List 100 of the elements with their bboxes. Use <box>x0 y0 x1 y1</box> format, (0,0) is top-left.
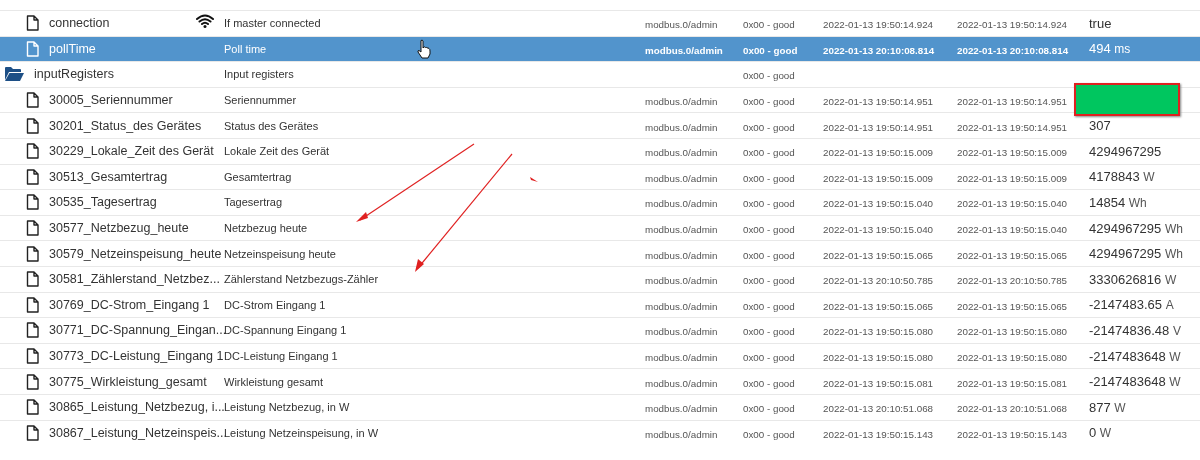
object-id: 30773_DC-Leistung_Eingang 1 <box>49 349 224 363</box>
role: modbus.0/admin <box>645 300 718 312</box>
last-change: 2022-01-13 19:50:14.951 <box>957 121 1068 133</box>
description: Poll time <box>224 42 267 55</box>
folder-icon <box>5 67 24 82</box>
description: Input registers <box>224 68 294 81</box>
last-change: 2022-01-13 19:50:15.081 <box>957 377 1068 389</box>
object-id: 30005_Seriennummer <box>49 93 173 108</box>
description: Netzeinspeisung heute <box>224 247 336 260</box>
timestamp: 2022-01-13 20:10:08.814 <box>823 44 935 56</box>
role: modbus.0/admin <box>645 275 718 287</box>
file-icon <box>26 117 39 134</box>
file-icon <box>26 143 39 160</box>
role: modbus.0/admin <box>645 44 723 56</box>
table-row[interactable]: 30535_Tagesertrag Tagesertrag modbus.0/admin 0x00 - good 2022-01-13 19:50:15.040 2022-01-13 19:50:15.040 14854 Wh <box>0 189 1200 215</box>
object-id: inputRegisters <box>34 67 114 82</box>
status: 0x00 - good <box>743 172 795 184</box>
value: -2147483648 W <box>1089 374 1181 390</box>
value: true <box>1089 15 1112 31</box>
status: 0x00 - good <box>743 44 798 56</box>
timestamp: 2022-01-13 19:50:14.924 <box>823 19 934 31</box>
description: Lokale Zeit des Gerät <box>224 145 330 158</box>
value: 307 <box>1089 118 1111 134</box>
table-row[interactable]: 30865_Leistung_Netzbezug, i...Leistung Netzbezug, in W modbus.0/admin 0x00 - good 2022-01-13 20:10:51.068 2022-01-13 20:10:51.068 877 W <box>0 393 1200 420</box>
file-icon <box>26 40 39 57</box>
object-id: 30577_Netzbezug_heute <box>49 221 189 236</box>
file-icon <box>26 373 39 390</box>
last-change: 2022-01-13 20:10:51.068 <box>957 403 1068 415</box>
description: Seriennummer <box>224 94 297 107</box>
role: modbus.0/admin <box>645 172 718 184</box>
role: modbus.0/admin <box>645 377 718 389</box>
file-icon <box>26 399 39 416</box>
timestamp: 2022-01-13 19:50:15.040 <box>823 198 934 210</box>
last-change: 2022-01-13 19:50:15.080 <box>957 326 1068 338</box>
last-change: 2022-01-13 19:50:15.040 <box>957 198 1068 210</box>
description: DC-Strom Eingang 1 <box>224 298 326 311</box>
table-row[interactable]: 30867_Leistung_Netzeinspeis...Leistung Netzeinspeisung, in W modbus.0/admin 0x00 - good 2022-01-13 19:50:15.143 2022-01-13 19:50:15.143 0 W <box>0 419 1200 446</box>
timestamp: 2022-01-13 19:50:14.951 <box>823 121 934 133</box>
table-row[interactable]: 30581_Zählerstand_Netzbez... Zählerstand Netzbezugs-Zähler modbus.0/admin 0x00 - good 2022-01-13 20:10:50.785 2022-01-13 20:10:50.785 3330626816 W <box>0 265 1200 292</box>
role: modbus.0/admin <box>645 326 718 338</box>
description: Tagesertrag <box>224 196 283 209</box>
table-row[interactable]: 30579_Netzeinspeisung_heute Netzeinspeisung heute modbus.0/admin 0x00 - good 2022-01-13 19:50:15.065 2022-01-13 19:50:15.065 4294967295 Wh <box>0 240 1200 266</box>
table-row[interactable]: 30769_DC-Strom_Eingang 1 DC-Strom Eingang 1 modbus.0/admin 0x00 - good 2022-01-13 19:50:15.065 2022-01-13 19:50:15.065 -2147483.65 A <box>0 291 1200 318</box>
object-id: 30581_Zählerstand_Netzbez... <box>49 272 220 287</box>
description: Leistung Netzbezug, in W <box>224 401 350 414</box>
object-id: 30229_Lokale_Zeit des Gerät <box>49 144 214 159</box>
timestamp: 2022-01-13 19:50:15.065 <box>823 300 934 312</box>
status: 0x00 - good <box>743 275 795 287</box>
timestamp: 2022-01-13 19:50:15.065 <box>823 249 934 261</box>
value: -2147483.65 A <box>1089 297 1174 313</box>
description: Status des Gerätes <box>224 119 319 132</box>
last-change: 2022-01-13 19:50:15.040 <box>957 224 1068 236</box>
table-row[interactable]: connection If master connected modbus.0/admin 0x00 - good 2022-01-13 19:50:14.924 2022-01-13 19:50:14.924 true <box>0 10 1200 36</box>
object-id: 30579_Netzeinspeisung_heute <box>49 246 222 261</box>
role: modbus.0/admin <box>645 121 718 133</box>
timestamp: 2022-01-13 19:50:15.080 <box>823 326 934 338</box>
last-change: 2022-01-13 19:50:15.009 <box>957 172 1068 184</box>
role: modbus.0/admin <box>645 224 718 236</box>
timestamp: 2022-01-13 19:50:15.040 <box>823 224 934 236</box>
value: 4294967295 Wh <box>1089 220 1183 236</box>
timestamp: 2022-01-13 19:50:14.951 <box>823 96 934 108</box>
last-change: 2022-01-13 19:50:15.009 <box>957 147 1068 159</box>
file-icon <box>26 348 39 364</box>
object-id: 30775_Wirkleistung_gesamt <box>49 374 207 389</box>
status: 0x00 - good <box>743 121 795 133</box>
value: 14854 Wh <box>1089 194 1147 210</box>
value: 4294967295 Wh <box>1089 246 1183 262</box>
status: 0x00 - good <box>743 428 795 440</box>
status: 0x00 - good <box>743 352 795 363</box>
role: modbus.0/admin <box>645 352 718 363</box>
description: Gesamtertrag <box>224 170 292 183</box>
file-icon <box>26 15 39 32</box>
table-row[interactable]: 30005_Seriennummer Seriennummer modbus.0/admin 0x00 - good 2022-01-13 19:50:14.951 2022-01-13 19:50:14.951 <box>0 86 1200 113</box>
value: 3330626816 W <box>1089 271 1177 287</box>
status: 0x00 - good <box>743 300 795 312</box>
table-row[interactable]: 30229_Lokale_Zeit des Gerät Lokale Zeit des Gerät modbus.0/admin 0x00 - good 2022-01-13 19:50:15.009 2022-01-13 19:50:15.009 4294967295 <box>0 137 1200 164</box>
role: modbus.0/admin <box>645 249 718 261</box>
status: 0x00 - good <box>743 198 795 210</box>
last-change: 2022-01-13 19:50:15.080 <box>957 352 1068 363</box>
role: modbus.0/admin <box>645 198 718 210</box>
status: 0x00 - good <box>743 377 795 389</box>
table-row[interactable]: 30771_DC-Spannung_Eingan...DC-Spannung Eingang 1 modbus.0/admin 0x00 - good 2022-01-13 19:50:15.080 2022-01-13 19:50:15.080 -21474836.48 V <box>0 317 1200 343</box>
status: 0x00 - good <box>743 96 795 108</box>
status: 0x00 - good <box>743 224 795 236</box>
table-row[interactable]: 30775_Wirkleistung_gesamt Wirkleistung gesamt modbus.0/admin 0x00 - good 2022-01-13 19:50:15.081 2022-01-13 19:50:15.081 -2147483648 W <box>0 368 1200 394</box>
table-row[interactable]: 30773_DC-Leistung_Eingang 1DC-Leistung Eingang 1 modbus.0/admin 0x00 - good 2022-01-13 19:50:15.080 2022-01-13 19:50:15.080 -2147483648 W <box>0 342 1200 369</box>
object-id: 30867_Leistung_Netzeinspeis... <box>49 425 227 440</box>
status: 0x00 - good <box>743 403 795 415</box>
description: If master connected <box>224 17 321 30</box>
status: 0x00 - good <box>743 70 795 82</box>
file-icon <box>26 220 39 237</box>
role: modbus.0/admin <box>645 403 718 415</box>
table-row[interactable]: 30513_Gesamtertrag Gesamtertrag modbus.0/admin 0x00 - good 2022-01-13 19:50:15.009 2022-01-13 19:50:15.009 4178843 W <box>0 163 1200 190</box>
value: 4178843 W <box>1089 169 1155 185</box>
role: modbus.0/admin <box>645 147 718 159</box>
file-icon <box>26 271 39 288</box>
table-row[interactable]: 30201_Status_des Gerätes Status des Gerätes modbus.0/admin 0x00 - good 2022-01-13 19:50:14.951 2022-01-13 19:50:14.951 307 <box>0 112 1200 138</box>
table-row[interactable]: 30577_Netzbezug_heute Netzbezug heute modbus.0/admin 0x00 - good 2022-01-13 19:50:15.040 2022-01-13 19:50:15.040 4294967295 Wh <box>0 214 1200 241</box>
hand-cursor-icon <box>417 38 431 59</box>
object-id: 30769_DC-Strom_Eingang 1 <box>49 297 210 312</box>
